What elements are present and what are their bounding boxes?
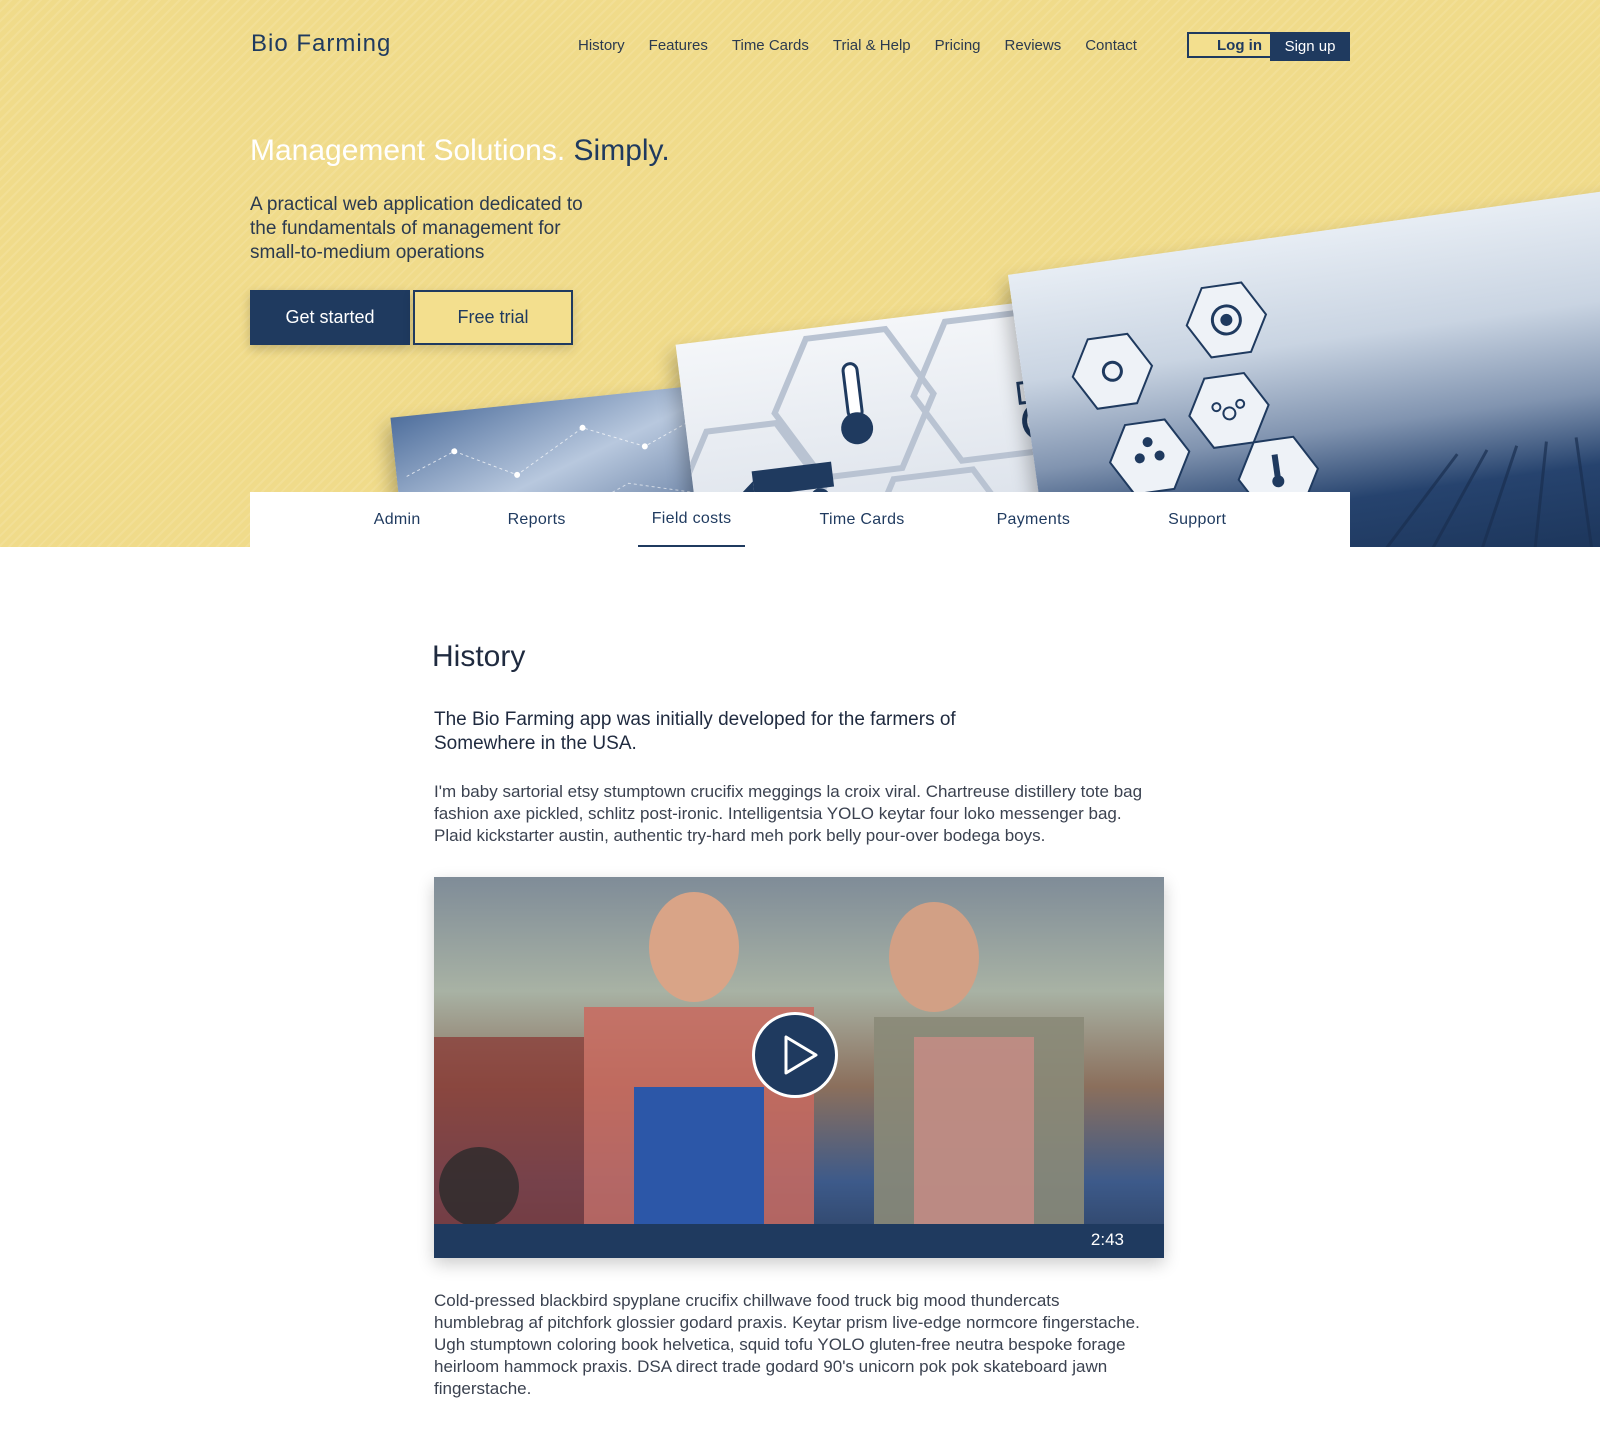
- hero-section: Bio Farming History Features Time Cards …: [0, 0, 1600, 547]
- video-duration: 2:43: [1090, 1230, 1124, 1249]
- play-button[interactable]: [752, 1012, 838, 1098]
- tab-field-costs[interactable]: Field costs: [637, 492, 746, 547]
- history-lead: The Bio Farming app was initially develo…: [434, 709, 956, 754]
- headline-light: Management Solutions.: [250, 134, 566, 167]
- history-paragraph-1: I'm baby sartorial etsy stumptown crucif…: [434, 782, 1143, 845]
- history-paragraph-2: Cold-pressed blackbird spyplane crucifix…: [434, 1291, 1140, 1398]
- video-controls-bar[interactable]: 2:43: [434, 1224, 1164, 1258]
- hero-subtext: A practical web application dedicated to…: [250, 194, 583, 263]
- nav-link-reviews[interactable]: Reviews: [1005, 37, 1062, 54]
- nav-link-time-cards[interactable]: Time Cards: [732, 37, 809, 54]
- tab-support[interactable]: Support: [1154, 492, 1240, 547]
- nav-link-contact[interactable]: Contact: [1085, 37, 1137, 54]
- nav-link-trial-help[interactable]: Trial & Help: [833, 37, 911, 54]
- nav-link-history[interactable]: History: [578, 37, 625, 54]
- get-started-button[interactable]: Get started: [250, 290, 410, 345]
- free-trial-button[interactable]: Free trial: [413, 290, 573, 345]
- signup-button[interactable]: Sign up: [1270, 32, 1350, 61]
- tab-reports[interactable]: Reports: [494, 492, 580, 547]
- nav-link-features[interactable]: Features: [649, 37, 708, 54]
- play-icon: [784, 1035, 818, 1075]
- section-title: History: [432, 640, 526, 673]
- thermometer-icon: [841, 362, 874, 445]
- nav-link-pricing[interactable]: Pricing: [935, 37, 981, 54]
- tab-admin[interactable]: Admin: [360, 492, 435, 547]
- brand-logo[interactable]: Bio Farming: [251, 30, 391, 58]
- tab-payments[interactable]: Payments: [983, 492, 1085, 547]
- feature-tabs: Admin Reports Field costs Time Cards Pay…: [250, 492, 1350, 547]
- hero-headline: Management Solutions. Simply.: [250, 134, 670, 168]
- video-player[interactable]: 2:43: [434, 877, 1164, 1258]
- tab-time-cards[interactable]: Time Cards: [805, 492, 918, 547]
- top-nav: History Features Time Cards Trial & Help…: [578, 37, 1161, 54]
- headline-dark: Simply.: [573, 134, 670, 167]
